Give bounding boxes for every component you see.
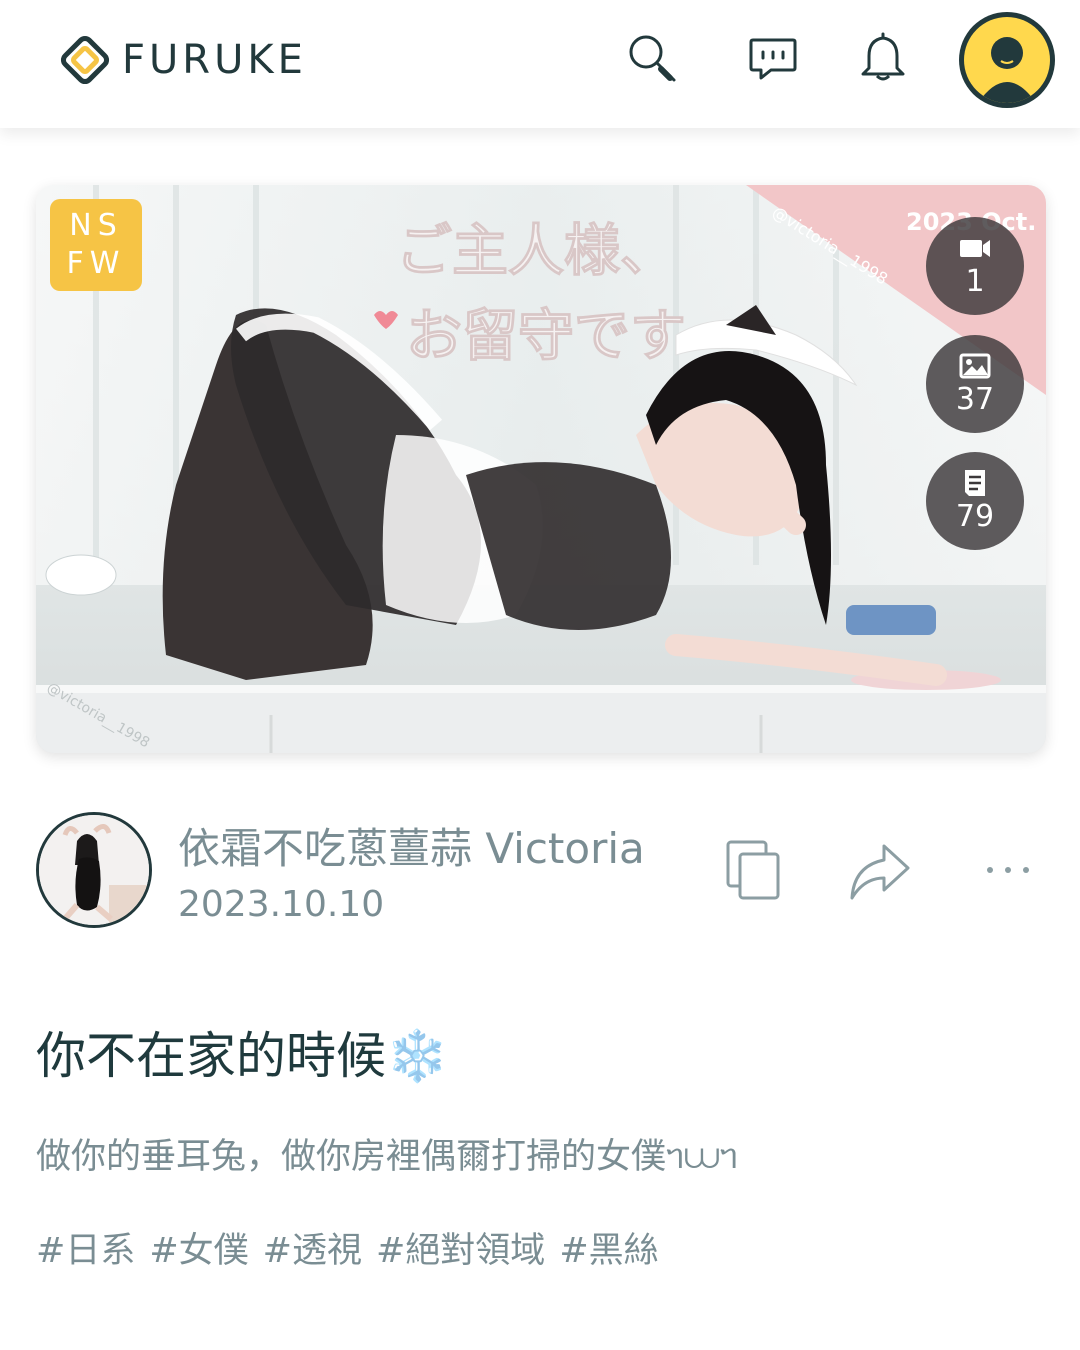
- author-avatar[interactable]: [36, 812, 152, 928]
- tag-item[interactable]: #絕對領域: [376, 1222, 545, 1273]
- author-avatar-image: [39, 815, 149, 925]
- image-icon: [959, 353, 991, 379]
- author-name[interactable]: 依霜不吃蔥薑蒜 Victoria: [178, 815, 645, 876]
- bell-icon: [861, 32, 905, 81]
- nsfw-badge-label: NSFW: [66, 208, 126, 281]
- article-count: 79: [955, 499, 995, 534]
- image-count: 37: [955, 382, 995, 417]
- default-user-icon: [978, 37, 1036, 103]
- post-date: 2023.10.10: [178, 884, 385, 925]
- notifications-button[interactable]: [855, 30, 911, 86]
- post-title: 你不在家的時候❄️: [36, 1027, 449, 1085]
- video-count-badge[interactable]: 1: [926, 217, 1024, 315]
- post-description: 做你的垂耳兔，做你房裡偶爾打掃的女僕ᥐ⩊ᥐ: [36, 1137, 738, 1177]
- more-horizontal-icon: [987, 867, 1029, 873]
- tag-item[interactable]: #女僕: [149, 1222, 248, 1273]
- post-cover-image[interactable]: ご主人様、 お留守です 2023 Oct. @victoria__1998 @v…: [36, 185, 1046, 753]
- copy-button[interactable]: [722, 836, 786, 904]
- copy-icon: [726, 840, 780, 900]
- article-count-badge[interactable]: 79: [926, 452, 1024, 550]
- furuke-logo[interactable]: FURUKE: [60, 34, 307, 86]
- cover-photo: ご主人様、 お留守です 2023 Oct. @victoria__1998 @v…: [36, 185, 1046, 753]
- tag-item[interactable]: #透視: [263, 1222, 362, 1273]
- cover-overlay-text-2: お留守です: [406, 304, 686, 369]
- top-app-bar: FURUKE: [0, 0, 1080, 128]
- furuke-logo-mark-icon: [60, 35, 110, 85]
- nsfw-badge: NSFW: [50, 199, 142, 291]
- user-avatar[interactable]: [959, 12, 1055, 108]
- share-icon: [850, 844, 910, 900]
- cover-overlay-text-1: ご主人様、: [396, 219, 676, 284]
- image-count-badge[interactable]: 37: [926, 335, 1024, 433]
- search-button[interactable]: [624, 30, 680, 86]
- video-icon: [960, 240, 990, 257]
- logo-text: FURUKE: [122, 37, 307, 83]
- tag-item[interactable]: #日系: [36, 1222, 135, 1273]
- video-count: 1: [965, 264, 985, 299]
- chat-icon: [749, 38, 797, 80]
- search-icon: [629, 35, 676, 82]
- tag-list: #日系 #女僕 #透視 #絕對領域 #黑絲: [36, 1222, 659, 1273]
- more-options-button[interactable]: [976, 836, 1040, 904]
- document-icon: [965, 470, 985, 496]
- messages-button[interactable]: [745, 30, 801, 86]
- share-button[interactable]: [848, 836, 912, 904]
- tag-item[interactable]: #黑絲: [559, 1222, 658, 1273]
- user-avatar-image: [964, 17, 1050, 103]
